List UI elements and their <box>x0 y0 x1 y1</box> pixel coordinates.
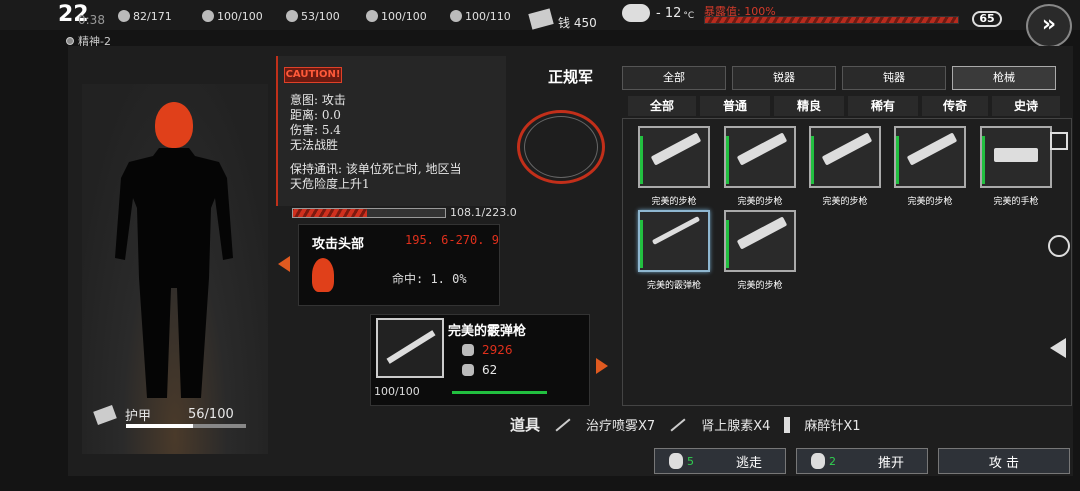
quality-common[interactable]: 普通 <box>700 96 770 116</box>
food-icon <box>118 10 130 22</box>
weapon-name: 完美的霰弹枪 <box>448 324 527 339</box>
item-label: 完美的步枪 <box>737 197 783 207</box>
fatigue-stat: 100/110 <box>450 6 511 26</box>
tool-adrenaline[interactable]: 肾上腺素X4 <box>701 415 770 434</box>
clock-time: 0:38 <box>78 13 105 27</box>
inventory-item[interactable] <box>638 126 710 188</box>
back-button[interactable] <box>1050 338 1066 358</box>
item-label: 完美的步枪 <box>651 197 697 207</box>
tools-bar: 道具 治疗喷雾X7 肾上腺素X4 麻醉针X1 <box>510 414 861 435</box>
health-icon <box>366 10 378 22</box>
vial-icon <box>784 416 791 433</box>
inventory-item[interactable] <box>894 126 966 188</box>
spirit-icon <box>66 37 74 45</box>
food-stat: 82/171 <box>118 6 172 26</box>
inventory-item[interactable] <box>724 126 796 188</box>
inventory-item[interactable] <box>809 126 881 188</box>
caution-tag: CAUTION! <box>284 67 342 83</box>
temperature-icon <box>286 10 298 22</box>
escape-button[interactable]: 5 逃走 <box>654 448 786 474</box>
push-button[interactable]: 2 推开 <box>796 448 928 474</box>
enemy-name: 正规军 <box>548 68 594 86</box>
inventory-item[interactable] <box>724 210 796 272</box>
armor-icon <box>93 404 117 425</box>
enemy-status: 无法战胜 <box>290 138 339 152</box>
durability-icon <box>462 364 474 376</box>
item-label: 完美的霰弹枪 <box>646 281 701 291</box>
body-silhouette[interactable] <box>115 148 233 398</box>
target-ring-inner <box>524 116 598 178</box>
exposure-bar <box>704 16 959 24</box>
footprint-icon <box>669 453 683 469</box>
tab-blunt[interactable]: 钝器 <box>842 66 946 90</box>
item-label: 完美的步枪 <box>737 281 783 291</box>
attack-button[interactable]: 攻 击 <box>938 448 1070 474</box>
syringe-icon <box>670 417 686 432</box>
tab-all[interactable]: 全部 <box>622 66 726 90</box>
tool-heal-spray[interactable]: 治疗喷雾X7 <box>586 415 655 434</box>
quality-legendary[interactable]: 传奇 <box>922 96 988 116</box>
armor-bar-fill <box>126 424 194 428</box>
ammo-count: 100/100 <box>374 385 420 398</box>
item-label: 完美的步枪 <box>907 197 953 207</box>
tab-blades[interactable]: 锐器 <box>732 66 836 90</box>
head-target[interactable] <box>155 102 193 148</box>
rifle-icon <box>736 132 788 166</box>
water-icon <box>202 10 214 22</box>
hit-chance: 命中: 1. 0% <box>392 272 467 286</box>
level-badge: 65 <box>972 11 1002 27</box>
item-label: 完美的步枪 <box>822 197 868 207</box>
inventory-item[interactable] <box>980 126 1052 188</box>
shotgun-icon <box>386 330 436 364</box>
spray-icon <box>555 417 571 432</box>
attack-damage-range: 195. 6-270. 9 <box>405 233 499 247</box>
enemy-hp-fill <box>293 209 367 217</box>
recents-button[interactable] <box>1050 132 1068 150</box>
pistol-icon <box>994 148 1038 162</box>
health-stat: 100/100 <box>366 6 427 26</box>
enemy-hp-bar <box>292 208 446 218</box>
home-button[interactable] <box>1048 235 1070 257</box>
money: 钱 450 <box>528 6 597 31</box>
weapon-stat-1: 2926 <box>462 343 513 357</box>
tab-firearms[interactable]: 枪械 <box>952 66 1056 90</box>
temperature-stat: 53/100 <box>286 6 340 26</box>
inventory-item-selected[interactable] <box>638 210 710 272</box>
weather: - 12 °C <box>622 4 694 22</box>
fatigue-icon <box>450 10 462 22</box>
fast-forward-button[interactable]: » <box>1026 4 1072 48</box>
footprint-icon <box>462 344 474 356</box>
rifle-icon <box>736 216 788 250</box>
item-label: 完美的手枪 <box>993 197 1039 207</box>
enemy-hp-text: 108.1/223.0 <box>450 206 517 219</box>
weapon-stat-2: 62 <box>462 363 497 377</box>
next-weapon-arrow[interactable] <box>596 358 608 374</box>
armor: 护甲 <box>93 404 151 425</box>
rifle-icon <box>906 132 958 166</box>
prev-target-arrow[interactable] <box>278 256 290 272</box>
attack-part-title: 攻击头部 <box>312 237 365 252</box>
equipped-weapon-slot[interactable] <box>376 318 444 378</box>
shotgun-icon <box>651 216 701 245</box>
head-icon <box>312 258 334 292</box>
quality-rare[interactable]: 稀有 <box>848 96 918 116</box>
footprint-icon <box>811 453 825 469</box>
tools-label: 道具 <box>510 416 541 434</box>
quality-epic[interactable]: 史诗 <box>992 96 1060 116</box>
cash-icon <box>528 7 554 30</box>
quality-fine[interactable]: 精良 <box>774 96 844 116</box>
snow-cloud-icon <box>622 4 650 22</box>
rifle-icon <box>650 132 702 166</box>
quality-all[interactable]: 全部 <box>628 96 696 116</box>
enemy-note-2: 天危险度上升1 <box>290 177 370 191</box>
armor-value: 56/100 <box>188 407 234 422</box>
water-stat: 100/100 <box>202 6 263 26</box>
tool-tranquilizer[interactable]: 麻醉针X1 <box>804 415 860 434</box>
durability-bar <box>452 391 547 394</box>
rifle-icon <box>821 132 873 166</box>
armor-bar <box>126 424 246 428</box>
